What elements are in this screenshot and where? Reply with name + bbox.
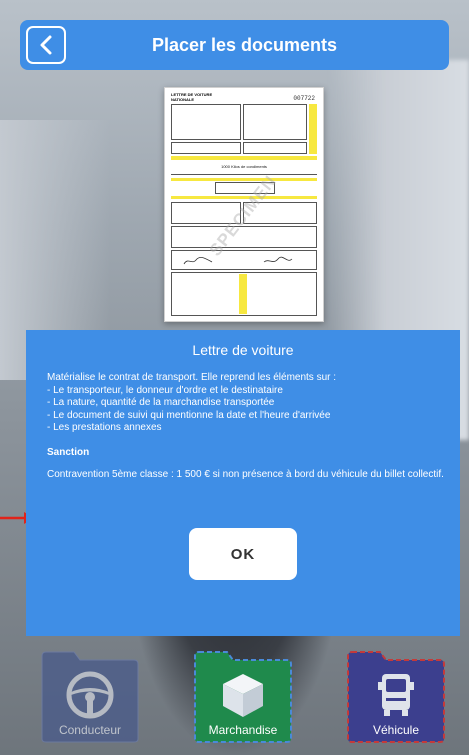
tab-label: Marchandise [208,723,278,737]
document-box-recipient [243,104,307,140]
document-yellow-strip [309,104,317,154]
modal-list-item: - Le transporteur, le donneur d'ordre et… [47,384,283,396]
document-weight-text: 1000 Kilos de condiments [221,164,267,169]
sanction-heading: Sanction [47,446,90,458]
document-number: 007722 [293,95,315,102]
chevron-left-icon [40,35,52,55]
document-title: LETTRE DE VOITURE NATIONALE [171,92,251,102]
document-box-place [171,142,241,154]
back-button[interactable] [26,26,66,64]
signature-mark [183,256,213,265]
tab-marchandise[interactable]: Marchandise [193,650,293,743]
document-box-date [243,142,307,154]
signature-mark [263,256,293,263]
info-modal: Lettre de voiture Matérialise le contrat… [26,330,460,636]
modal-body: Matérialise le contrat de transport. Ell… [47,372,452,482]
tab-label: Véhicule [372,723,420,737]
document-yellow-band [171,178,317,181]
sanction-text: Contravention 5ème classe : 1 500 € si n… [47,469,444,480]
tab-vehicule[interactable]: Véhicule [346,650,446,743]
modal-title: Lettre de voiture [192,342,294,358]
modal-list-item: - Les prestations annexes [47,422,162,433]
document-yellow-band [171,156,317,160]
package-box-icon [223,674,263,717]
modal-intro: Matérialise le contrat de transport. Ell… [47,372,337,383]
document-subtitle-text: NATIONALE [171,96,195,102]
document-box-sender [171,104,241,140]
document-yellow-strip [239,274,247,314]
modal-list-item: - La nature, quantité de la marchandise … [47,397,275,408]
tab-label: Conducteur [58,723,122,737]
tab-conducteur[interactable]: Conducteur [40,650,140,743]
header-bar: Placer les documents [20,20,449,70]
ok-button[interactable]: OK [189,528,297,580]
page-title: Placer les documents [151,34,338,55]
truck-icon [378,674,414,716]
document-rule [171,174,317,175]
modal-list-item: - Le document de suivi qui mentionne la … [47,409,331,421]
document-preview[interactable]: LETTRE DE VOITURE NATIONALE 007722 1000 … [164,87,324,322]
steering-wheel-icon [66,671,114,719]
